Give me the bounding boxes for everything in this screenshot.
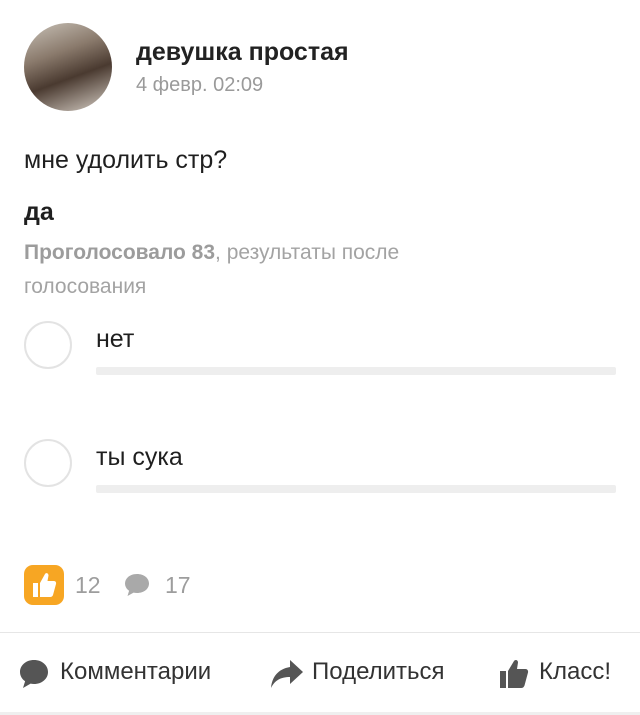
poll-option-radio[interactable] <box>24 439 72 487</box>
avatar[interactable] <box>24 23 112 111</box>
poll-option[interactable]: нет <box>0 321 640 401</box>
comments-button[interactable]: Комментарии <box>18 652 248 696</box>
poll-option-bar <box>96 485 616 493</box>
comment-icon <box>20 660 48 688</box>
like-badge-icon[interactable] <box>24 565 64 605</box>
share-button[interactable]: Поделиться <box>270 652 470 696</box>
share-button-label: Поделиться <box>312 658 445 685</box>
comments-button-label: Комментарии <box>60 658 212 685</box>
poll-option-label: нет <box>96 325 135 353</box>
poll-meta: Проголосовало 83, результаты после голос… <box>24 236 504 304</box>
divider <box>0 632 640 633</box>
poll-option[interactable]: ты сука <box>0 439 640 519</box>
like-button-label: Класс! <box>539 658 611 685</box>
comment-count: 17 <box>165 572 191 598</box>
post-text: мне удолить стр? <box>24 146 228 174</box>
thumbs-up-icon <box>500 659 529 688</box>
author-name[interactable]: девушка простая <box>136 38 349 67</box>
poll-votes-count: Проголосовало 83 <box>24 241 216 264</box>
post-date: 4 февр. 02:09 <box>136 74 264 96</box>
share-icon <box>271 660 303 688</box>
poll-option-label: ты сука <box>96 443 183 471</box>
comment-count-icon <box>125 574 149 596</box>
post-stats: 12 17 <box>24 565 424 605</box>
poll-option-radio[interactable] <box>24 321 72 369</box>
like-count: 12 <box>75 572 101 598</box>
poll-option-bar <box>96 367 616 375</box>
poll-question: да <box>24 198 54 226</box>
like-button[interactable]: Класс! <box>498 652 628 696</box>
